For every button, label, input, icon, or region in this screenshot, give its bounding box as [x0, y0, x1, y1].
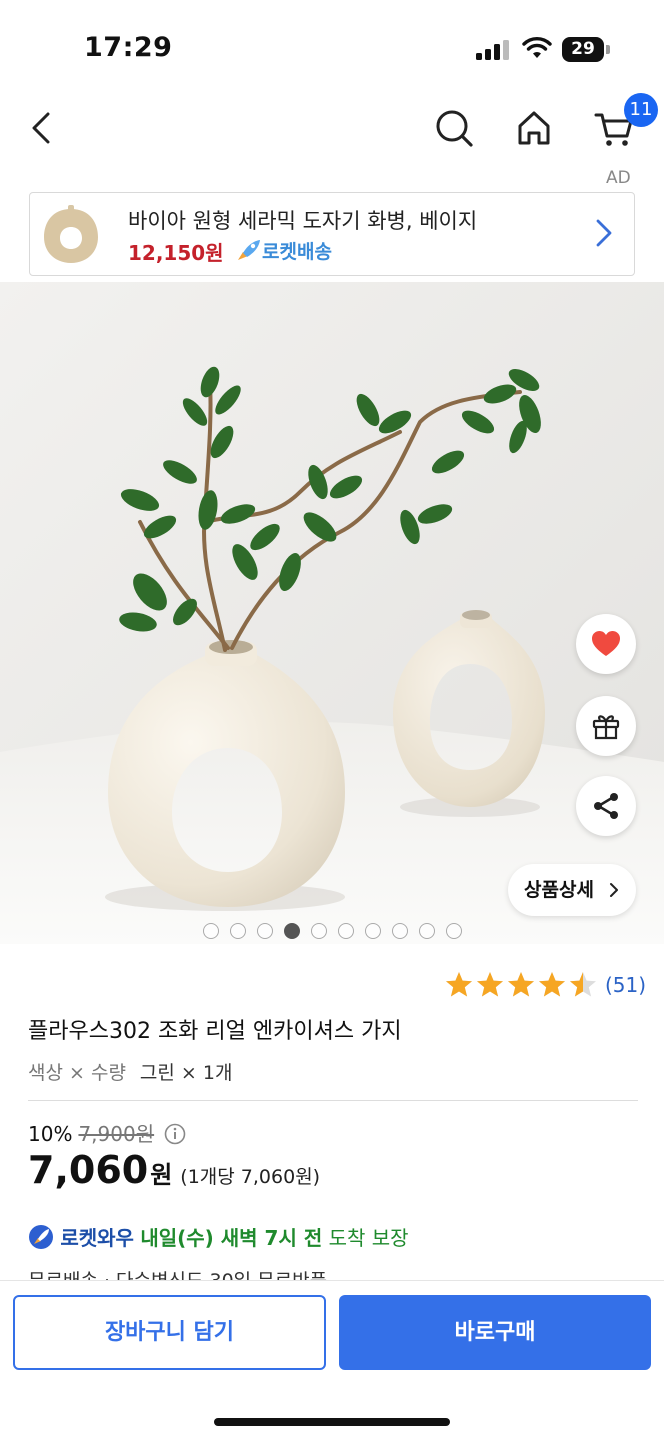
- carousel-dot[interactable]: [257, 923, 273, 939]
- status-time: 17:29: [84, 32, 173, 63]
- option-value: 그린 × 1개: [139, 1062, 233, 1084]
- carousel-dot[interactable]: [203, 923, 219, 939]
- ad-title: 바이아 원형 세라믹 도자기 화병, 베이지: [128, 209, 478, 233]
- share-icon: [594, 793, 618, 819]
- original-price: 7,900원: [78, 1122, 155, 1146]
- search-icon[interactable]: [432, 106, 476, 150]
- product-image-carousel[interactable]: 상품상세: [0, 282, 664, 944]
- info-icon[interactable]: [164, 1123, 186, 1145]
- delivery-date: 내일(수) 새벽 7시 전: [140, 1226, 323, 1250]
- home-icon[interactable]: [512, 106, 556, 150]
- rating[interactable]: (51): [444, 968, 646, 1002]
- review-count[interactable]: (51): [605, 973, 646, 997]
- wishlist-button[interactable]: [576, 614, 636, 674]
- buy-now-button[interactable]: 바로구매: [339, 1295, 651, 1370]
- delivery-guarantee: 도착 보장: [328, 1226, 409, 1250]
- discount-rate: 10%: [28, 1122, 73, 1146]
- rating-stars: [444, 970, 599, 1000]
- signal-icon: [476, 40, 509, 60]
- battery-level: 29: [571, 39, 595, 59]
- ad-label: AD: [606, 168, 631, 188]
- star-icon: [539, 972, 565, 997]
- delivery-program: 로켓와우: [60, 1226, 134, 1250]
- battery-icon: 29: [562, 37, 610, 62]
- bottom-action-bar: 장바구니 담기 바로구매: [0, 1280, 664, 1440]
- delivery-more-text: 무료배송 · 다수변신도 30일 무료반품: [28, 1270, 327, 1280]
- cart-count-badge[interactable]: 11: [624, 93, 658, 127]
- star-icon: [446, 972, 472, 997]
- discount-row: 10% 7,900원: [28, 1118, 186, 1147]
- product-options[interactable]: 색상 × 수량 그린 × 1개: [28, 1058, 232, 1085]
- star-icon: [508, 972, 534, 997]
- product-photo: [0, 282, 664, 944]
- chevron-right-icon: [596, 219, 612, 247]
- ad-rocket-label: 로켓배송: [262, 241, 332, 263]
- carousel-dot[interactable]: [311, 923, 327, 939]
- home-indicator[interactable]: [214, 1418, 450, 1426]
- heart-icon: [592, 631, 620, 656]
- star-icon: [477, 972, 503, 997]
- ad-banner[interactable]: 바이아 원형 세라믹 도자기 화병, 베이지 12,150원 로켓배송: [29, 192, 635, 276]
- star-icon: [570, 972, 596, 997]
- status-bar: 17:29 29: [0, 0, 664, 96]
- product-detail-button[interactable]: 상품상세: [508, 864, 636, 916]
- unit-price: (1개당 7,060원): [180, 1166, 321, 1188]
- carousel-dot[interactable]: [284, 923, 300, 939]
- wifi-icon: [522, 37, 552, 58]
- delivery-info: 로켓와우 내일(수) 새벽 7시 전 도착 보장: [28, 1222, 409, 1251]
- back-icon[interactable]: [22, 106, 66, 150]
- gift-button[interactable]: [576, 696, 636, 756]
- chevron-right-icon: [610, 883, 618, 897]
- carousel-dot[interactable]: [419, 923, 435, 939]
- gift-icon: [592, 715, 620, 740]
- ad-price: 12,150원: [128, 241, 224, 265]
- carousel-dot[interactable]: [365, 923, 381, 939]
- option-label: 색상 × 수량: [28, 1062, 126, 1084]
- carousel-dots[interactable]: [203, 923, 462, 939]
- product-detail-label: 상품상세: [524, 879, 594, 901]
- rocket-icon: [238, 240, 260, 260]
- top-nav: [0, 96, 664, 166]
- sale-price: 7,060원 (1개당 7,060원): [28, 1148, 320, 1192]
- share-button[interactable]: [576, 776, 636, 836]
- carousel-dot[interactable]: [392, 923, 408, 939]
- product-title: 플라우스302 조화 리얼 엔카이셔스 가지: [28, 1019, 402, 1044]
- add-to-cart-button[interactable]: 장바구니 담기: [13, 1295, 326, 1370]
- carousel-dot[interactable]: [446, 923, 462, 939]
- ad-thumbnail: [38, 201, 104, 267]
- divider: [28, 1100, 638, 1101]
- price-value: 7,060: [28, 1148, 149, 1192]
- price-currency: 원: [150, 1161, 173, 1189]
- carousel-dot[interactable]: [230, 923, 246, 939]
- carousel-dot[interactable]: [338, 923, 354, 939]
- delivery-more-row: 무료배송 · 다수변신도 30일 무료반품: [28, 1266, 327, 1280]
- rocket-wow-icon: [29, 1225, 53, 1249]
- ad-rocket-delivery: 로켓배송: [234, 237, 332, 264]
